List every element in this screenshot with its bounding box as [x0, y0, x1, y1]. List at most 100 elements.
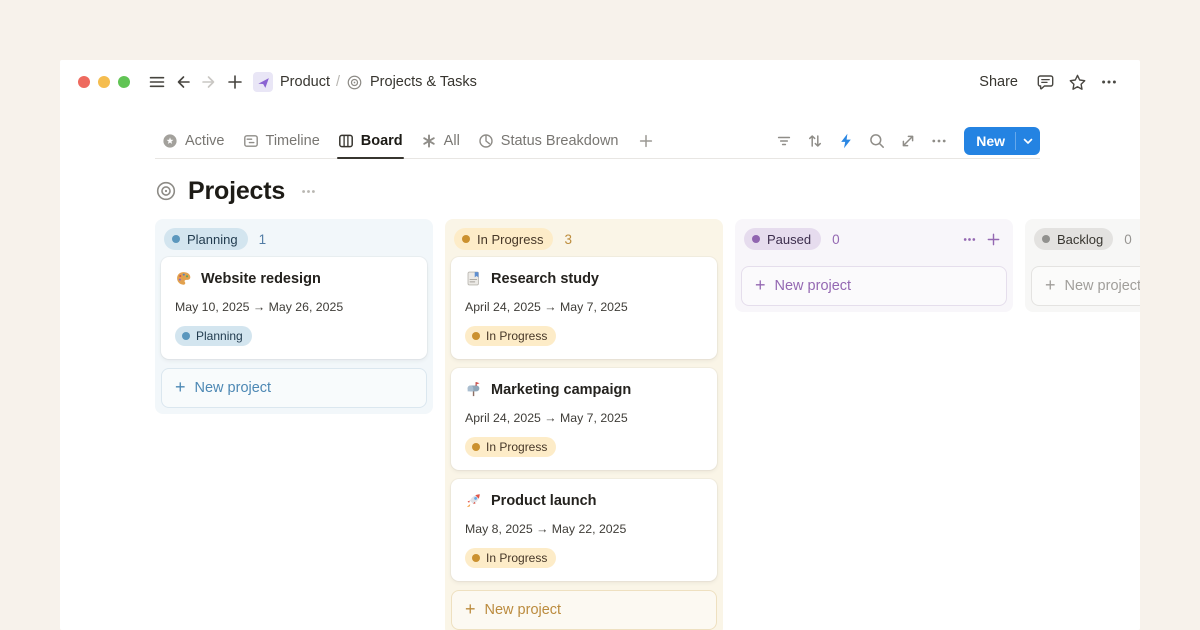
page-title: Projects [188, 177, 285, 206]
column-backlog: Backlog 0 + New project [1025, 219, 1140, 312]
plus-icon: + [1045, 276, 1056, 294]
new-project-button[interactable]: + New project [161, 368, 427, 408]
minimize-button[interactable] [98, 76, 110, 88]
column-in-progress: In Progress 3 Research study April 24, 2… [445, 219, 723, 630]
column-header: In Progress 3 [451, 225, 717, 253]
plus-icon: + [175, 378, 186, 396]
tab-status-breakdown[interactable]: Status Breakdown [471, 123, 626, 158]
column-header: Paused 0 [741, 225, 1007, 253]
column-count: 1 [259, 232, 267, 247]
card-list: Website redesign May 10, 2025 → May 26, … [161, 257, 427, 359]
column-count: 3 [564, 232, 572, 247]
expand-icon[interactable] [894, 127, 922, 155]
more-icon[interactable] [1096, 69, 1122, 95]
breadcrumb-separator: / [336, 74, 340, 90]
status-dot-icon [172, 235, 180, 243]
breadcrumb-workspace[interactable]: Product [248, 70, 335, 94]
column-header: Backlog 0 [1031, 225, 1140, 253]
page-header: Projects [155, 173, 1040, 209]
more-icon[interactable] [958, 228, 980, 250]
project-card[interactable]: Product launch May 8, 2025 → May 22, 202… [451, 479, 717, 581]
status-dot-icon [472, 332, 480, 340]
tab-board[interactable]: Board [331, 123, 410, 158]
card-date-range: May 8, 2025 → May 22, 2025 [465, 522, 703, 536]
sidebar-toggle-icon[interactable] [144, 69, 170, 95]
card-date-range: April 24, 2025 → May 7, 2025 [465, 411, 703, 425]
tab-all[interactable]: All [414, 123, 467, 158]
status-badge: In Progress [465, 548, 556, 568]
topbar: Product / Projects & Tasks Share [60, 60, 1140, 104]
add-view-button[interactable] [629, 123, 663, 158]
status-badge[interactable]: Backlog [1034, 228, 1113, 250]
circled-star-icon [162, 133, 178, 149]
add-icon[interactable] [982, 228, 1004, 250]
status-dot-icon [472, 554, 480, 562]
favorite-star-icon[interactable] [1064, 69, 1090, 95]
breadcrumb-page[interactable]: Projects & Tasks [341, 72, 482, 93]
card-list: Research study April 24, 2025 → May 7, 2… [451, 257, 717, 581]
status-badge[interactable]: Paused [744, 228, 821, 250]
status-badge[interactable]: In Progress [454, 228, 553, 250]
chevron-down-icon[interactable] [1016, 127, 1040, 155]
more-icon[interactable] [925, 127, 953, 155]
status-dot-icon [472, 443, 480, 451]
forward-arrow-icon[interactable] [196, 69, 222, 95]
tab-timeline[interactable]: Timeline [236, 123, 327, 158]
column-planning: Planning 1 Website redesign May 10, 2025… [155, 219, 433, 414]
new-project-button[interactable]: + New project [451, 590, 717, 630]
timeline-icon [243, 133, 259, 149]
new-project-button[interactable]: + New project [741, 266, 1007, 306]
card-date-range: April 24, 2025 → May 7, 2025 [465, 300, 703, 314]
card-title: Marketing campaign [491, 382, 631, 398]
status-badge: In Progress [465, 437, 556, 457]
rocket-icon [465, 492, 482, 509]
status-badge: In Progress [465, 326, 556, 346]
app-window: Product / Projects & Tasks Share [60, 60, 1140, 630]
status-dot-icon [462, 235, 470, 243]
status-dot-icon [1042, 235, 1050, 243]
status-badge: Planning [175, 326, 252, 346]
new-project-button[interactable]: + New project [1031, 266, 1140, 306]
more-icon[interactable] [300, 183, 317, 200]
new-button-label: New [964, 127, 1015, 155]
zoom-button[interactable] [118, 76, 130, 88]
pie-chart-icon [478, 133, 494, 149]
status-dot-icon [752, 235, 760, 243]
status-badge[interactable]: Planning [164, 228, 248, 250]
automation-bolt-icon[interactable] [832, 127, 860, 155]
bookmark-tabs-icon [465, 270, 482, 287]
card-title: Website redesign [201, 271, 321, 287]
back-arrow-icon[interactable] [170, 69, 196, 95]
project-card[interactable]: Research study April 24, 2025 → May 7, 2… [451, 257, 717, 359]
card-title: Research study [491, 271, 599, 287]
breadcrumb-workspace-label: Product [280, 74, 330, 90]
column-header: Planning 1 [161, 225, 427, 253]
asterisk-icon [421, 133, 437, 149]
breadcrumb-page-label: Projects & Tasks [370, 74, 477, 90]
project-card[interactable]: Marketing campaign April 24, 2025 → May … [451, 368, 717, 470]
sort-icon[interactable] [801, 127, 829, 155]
kanban-board: Planning 1 Website redesign May 10, 2025… [155, 219, 1140, 630]
board-icon [338, 133, 354, 149]
view-controls: New [770, 127, 1040, 155]
status-dot-icon [182, 332, 190, 340]
palette-icon [175, 270, 192, 287]
tab-active[interactable]: Active [155, 123, 232, 158]
project-card[interactable]: Website redesign May 10, 2025 → May 26, … [161, 257, 427, 359]
close-button[interactable] [78, 76, 90, 88]
plus-icon: + [465, 600, 476, 618]
search-icon[interactable] [863, 127, 891, 155]
window-controls [78, 76, 130, 88]
filter-icon[interactable] [770, 127, 798, 155]
card-title: Product launch [491, 493, 597, 509]
column-count: 0 [832, 232, 840, 247]
comments-icon[interactable] [1032, 69, 1058, 95]
new-page-icon[interactable] [222, 69, 248, 95]
column-count: 0 [1124, 232, 1132, 247]
target-icon [346, 74, 363, 91]
share-button[interactable]: Share [971, 70, 1026, 94]
new-button[interactable]: New [964, 127, 1040, 155]
card-date-range: May 10, 2025 → May 26, 2025 [175, 300, 413, 314]
mailbox-icon [465, 381, 482, 398]
view-toolbar: Active Timeline Board All [155, 123, 1040, 159]
